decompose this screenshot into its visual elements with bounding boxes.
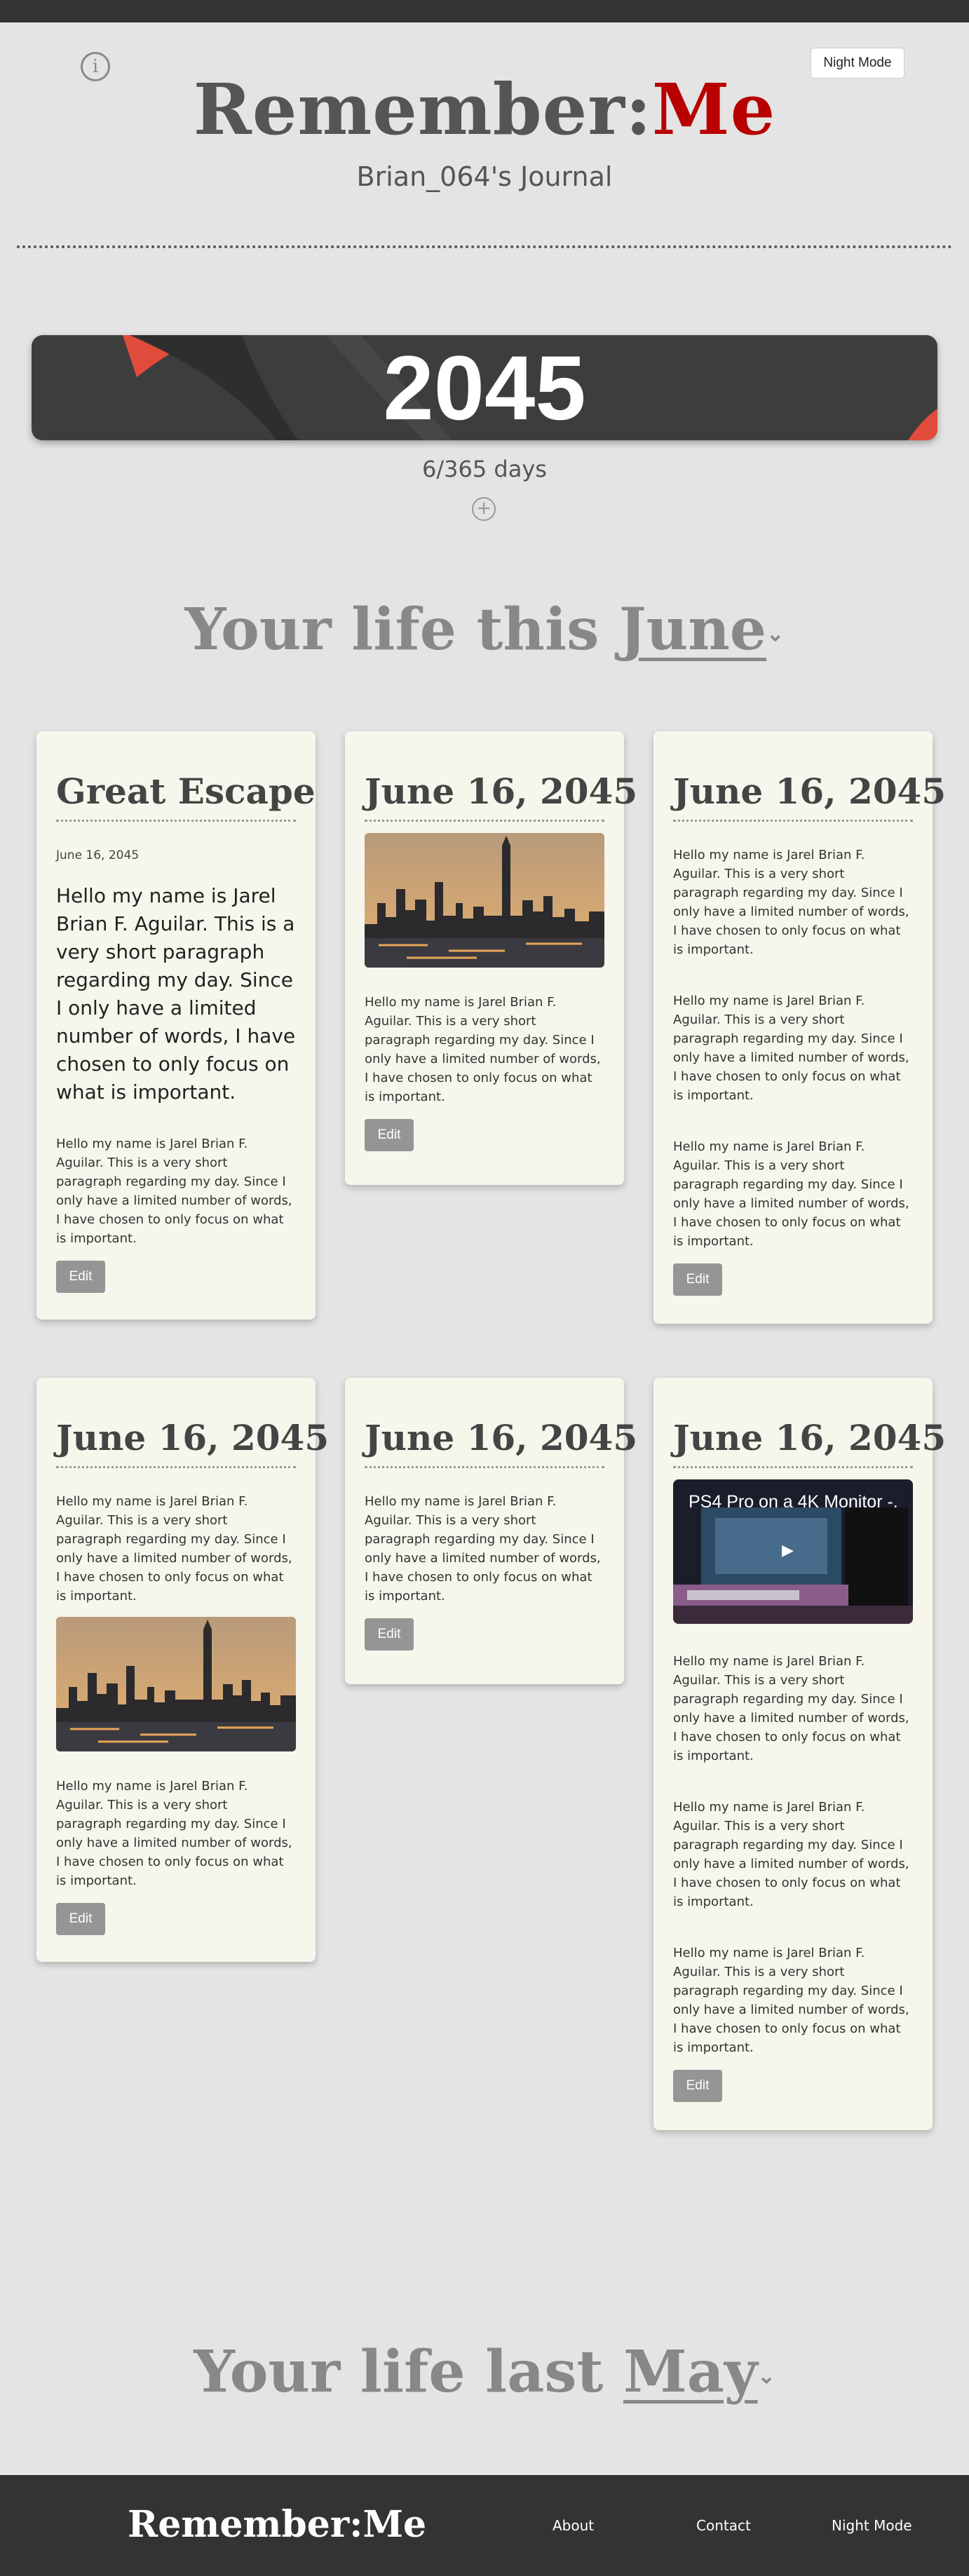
footer: Remember:Me About Contact Night Mode — [0, 2475, 969, 2576]
card-text: Hello my name is Jarel Brian F. Aguilar.… — [56, 1137, 292, 1246]
journal-card: June 16, 2045 Hello my name is Jarel Bri… — [36, 1378, 329, 1962]
video-title[interactable]: PS4 Pro on a 4K Monitor -... — [689, 1492, 899, 1512]
month-selector[interactable]: May — [623, 2338, 758, 2406]
edit-button[interactable]: Edit — [673, 1263, 722, 1296]
card-title: June 16, 2045 — [673, 1417, 946, 1468]
journal-card: June 16, 2045 Hello my name is Jarel Bri… — [345, 1378, 637, 1684]
card-text: Hello my name is Jarel Brian F. Aguilar.… — [673, 848, 909, 957]
play-icon[interactable]: ▶ — [782, 1542, 794, 1559]
section-prefix: Your life this — [184, 596, 619, 663]
chevron-down-icon[interactable]: ⌄ — [766, 622, 784, 646]
card-text: Hello my name is Jarel Brian F. Aguilar.… — [56, 1494, 292, 1604]
section-prefix: Your life last — [194, 2338, 623, 2406]
card-title: Great Escape — [56, 771, 316, 822]
brand-title: Remember:Me — [0, 67, 969, 151]
days-counter: 6/365 days — [422, 456, 547, 482]
journal-card: June 16, 2045 Hello my name is Jarel Bri… — [345, 731, 637, 1185]
journal-card: June 16, 2045 Hello my name is Jarel Bri… — [653, 731, 946, 1324]
card-lead-text: Hello my name is Jarel Brian F. Aguilar.… — [56, 884, 296, 1104]
section-title-last-month: Your life last May⌄ — [0, 2338, 969, 2406]
card-date: June 16, 2045 — [56, 848, 140, 862]
journal-card: Great Escape June 16, 2045 Hello my name… — [36, 731, 316, 1320]
year-banner: 2045 — [32, 335, 937, 440]
footer-link-contact[interactable]: Contact — [696, 2517, 751, 2534]
edit-button[interactable]: Edit — [673, 2070, 722, 2102]
card-text: Hello my name is Jarel Brian F. Aguilar.… — [365, 1494, 601, 1604]
journal-card: June 16, 2045 PS4 Pro on a 4K Monitor -.… — [653, 1378, 946, 2130]
video-embed[interactable]: PS4 Pro on a 4K Monitor -... ▶ — [673, 1479, 913, 1624]
year-number: 2045 — [383, 337, 586, 439]
city-skyline-photo — [56, 1617, 296, 1751]
edit-button[interactable]: Edit — [56, 1903, 105, 1935]
city-skyline-photo — [365, 833, 604, 968]
footer-link-night-mode[interactable]: Night Mode — [832, 2517, 912, 2534]
card-title: June 16, 2045 — [365, 771, 637, 822]
chevron-down-icon[interactable]: ⌄ — [758, 2364, 775, 2389]
card-title: June 16, 2045 — [56, 1417, 329, 1468]
card-text: Hello my name is Jarel Brian F. Aguilar.… — [673, 1139, 909, 1249]
card-title: June 16, 2045 — [365, 1417, 637, 1468]
brand-main: Remember: — [193, 68, 652, 151]
month-selector[interactable]: June — [619, 596, 766, 663]
card-text: Hello my name is Jarel Brian F. Aguilar.… — [673, 1654, 909, 1763]
header-divider — [17, 245, 952, 248]
brand-accent: Me — [651, 68, 776, 151]
card-text: Hello my name is Jarel Brian F. Aguilar.… — [673, 1946, 909, 2055]
top-bar — [0, 0, 969, 22]
card-text: Hello my name is Jarel Brian F. Aguilar.… — [673, 1800, 909, 1909]
section-title-this-month: Your life this June⌄ — [0, 596, 969, 663]
footer-brand[interactable]: Remember:Me — [128, 2503, 426, 2546]
card-text: Hello my name is Jarel Brian F. Aguilar.… — [673, 994, 909, 1103]
card-text: Hello my name is Jarel Brian F. Aguilar.… — [365, 995, 601, 1104]
plus-circle-icon[interactable]: + — [472, 497, 496, 521]
edit-button[interactable]: Edit — [365, 1119, 414, 1151]
edit-button[interactable]: Edit — [365, 1618, 414, 1650]
card-text: Hello my name is Jarel Brian F. Aguilar.… — [56, 1779, 292, 1888]
footer-link-about[interactable]: About — [553, 2517, 594, 2534]
edit-button[interactable]: Edit — [56, 1261, 105, 1293]
card-title: June 16, 2045 — [673, 771, 946, 822]
journal-title: Brian_064's Journal — [356, 161, 613, 192]
